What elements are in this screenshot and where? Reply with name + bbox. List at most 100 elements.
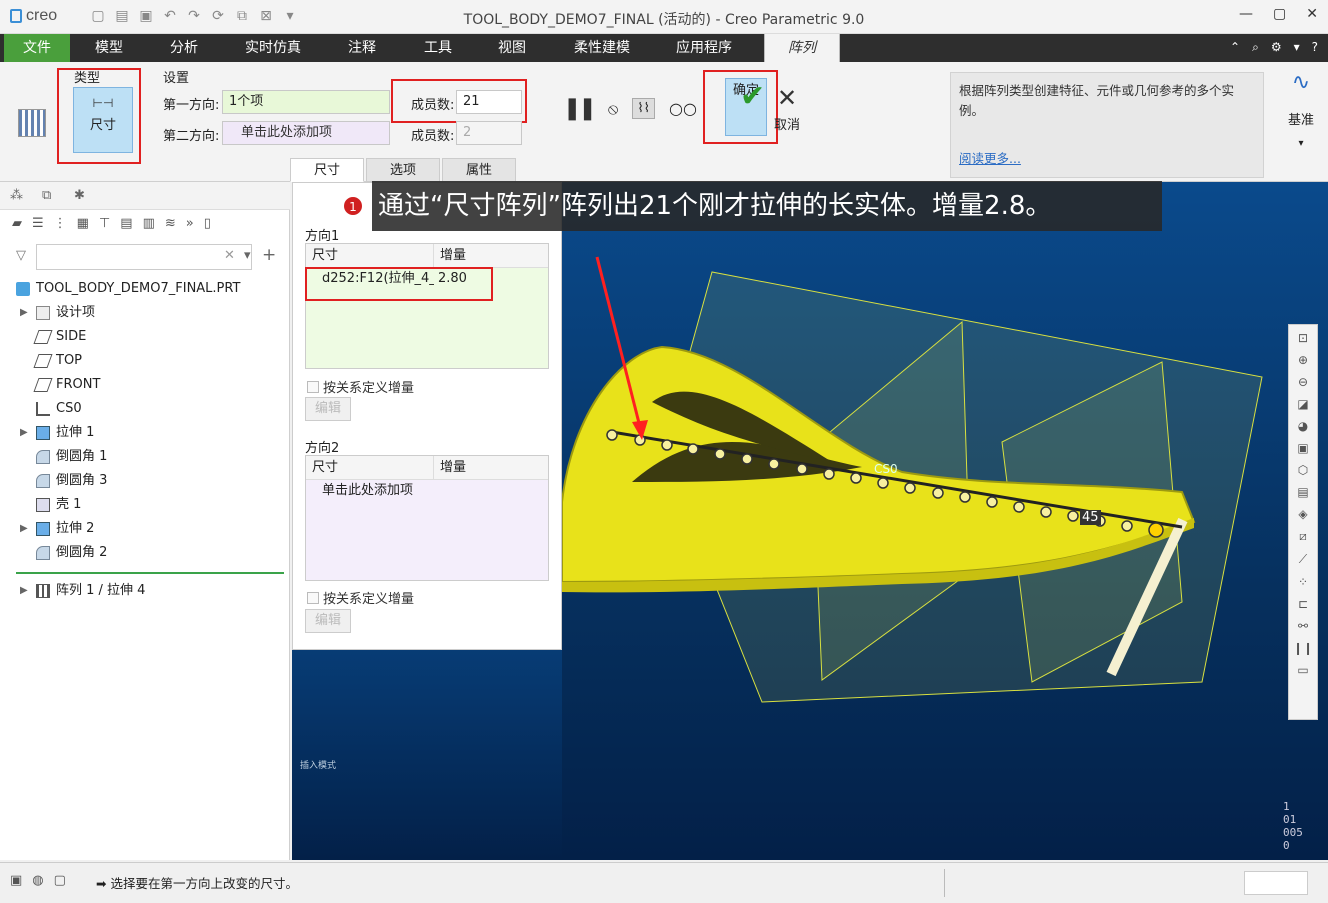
folder-browser-tab-icon[interactable]: ⧉ [42,188,60,204]
members2-input[interactable]: 2 [456,121,522,145]
axis-display-icon[interactable]: ⟋ [1299,552,1307,567]
expand-icon[interactable]: ▶ [20,518,30,540]
tree-search-input[interactable] [36,244,252,270]
point-display-icon[interactable]: ⁘ [1298,575,1308,589]
collapse-ribbon-icon[interactable]: ⌃ [1230,40,1240,55]
add-icon[interactable]: + [262,245,276,265]
saved-orientation-icon[interactable]: ⬡ [1298,463,1308,477]
minimize-icon[interactable]: — [1239,6,1253,22]
more-icon[interactable]: » [186,216,194,236]
dir1-collector[interactable]: 1个项 [222,90,390,114]
tab-dimensions[interactable]: 尺寸 [290,158,364,182]
menu-simulation[interactable]: 实时仿真 [228,34,318,62]
direction1-table[interactable]: 尺寸 增量 d252:F12(拉伸_4_ 2.80 [305,243,549,369]
tree-item-extrude-1[interactable]: ▶ 拉伸 1 [20,422,94,444]
read-more-link[interactable]: 阅读更多... [959,149,1021,169]
tree-item-pattern-1[interactable]: ▶ 阵列 1 / 拉伸 4 [20,580,145,602]
selection-filter[interactable] [1244,871,1308,895]
tab-properties[interactable]: 属性 [442,158,516,182]
search-icon[interactable]: ⌕ [1252,40,1259,55]
edit-button-1[interactable]: 编辑 [305,397,351,421]
help-icon[interactable]: ? [1312,40,1318,55]
search-dropdown-icon[interactable]: ▾ [244,248,251,263]
maximize-icon[interactable]: ▢ [1273,6,1286,22]
windows-icon[interactable]: ⧉ [234,8,250,24]
menu-flexible-modeling[interactable]: 柔性建模 [556,34,648,62]
csys-display-icon[interactable]: ⊏ [1298,597,1308,611]
expand-icon[interactable]: ▶ [20,422,30,444]
page-icon[interactable]: ▯ [204,216,211,236]
relation-checkbox-2[interactable]: 按关系定义增量 [307,588,414,607]
table-row[interactable]: 单击此处添加项 [306,480,548,502]
view-manager-icon[interactable]: ▤ [1297,485,1308,499]
tree-item-extrude-2[interactable]: ▶ 拉伸 2 [20,518,94,540]
menu-tools[interactable]: 工具 [402,34,474,62]
tree-item-round-1[interactable]: 倒圆角 1 [36,446,107,468]
tree-item-top[interactable]: TOP [33,350,82,372]
regenerate-icon[interactable]: ⟳ [210,8,226,24]
dir2-collector[interactable]: 单击此处添加项 [222,121,390,145]
tree-item-side[interactable]: SIDE [33,326,86,348]
plane-display-icon[interactable]: ⧄ [1299,529,1307,544]
pause-icon[interactable]: ❚❚ [563,96,597,121]
undo-icon[interactable]: ↶ [162,8,178,24]
more-view-icon[interactable]: ▭ [1297,663,1308,677]
menu-annotate[interactable]: 注释 [326,34,398,62]
show-icon[interactable]: ☰ [32,216,44,236]
direction2-table[interactable]: 尺寸 增量 单击此处添加项 [305,455,549,581]
fullscreen-icon[interactable]: ▢ [54,873,66,888]
model-tree-tab-icon[interactable]: ⁂ [10,188,28,204]
perspective-icon[interactable]: ◈ [1298,507,1307,521]
zoom-out-icon[interactable]: ⊖ [1298,375,1308,389]
browser-icon[interactable]: ◍ [32,873,43,888]
repaint-icon[interactable]: ◪ [1297,397,1308,411]
redo-icon[interactable]: ↷ [186,8,202,24]
tree-item-round-3[interactable]: 倒圆角 3 [36,470,107,492]
relation-checkbox-1[interactable]: 按关系定义增量 [307,377,414,396]
render-icon[interactable]: ◕ [1298,419,1308,433]
cube-icon[interactable]: ▰ [12,216,22,236]
no-preview-icon[interactable]: ⦸ [608,99,618,119]
favorites-tab-icon[interactable]: ✱ [74,188,92,204]
expand-icon[interactable]: ▶ [20,302,30,324]
preview-icon[interactable]: ⌇⌇ [632,98,656,119]
clear-icon[interactable]: ✕ [224,248,235,263]
expand-icon[interactable]: ▶ [20,580,30,602]
tree-item-round-2[interactable]: 倒圆角 2 [36,542,107,564]
insert-here-line[interactable] [16,572,284,574]
menu-view[interactable]: 视图 [476,34,548,62]
tree-filter-icon[interactable]: ⊤ [99,216,110,236]
menu-pattern[interactable]: 阵列 [764,34,840,62]
navigator-toggle-icon[interactable]: ▣ [10,873,22,888]
list-icon[interactable]: ⋮ [54,216,67,236]
save-icon[interactable]: ▣ [138,8,154,24]
cancel-button[interactable]: ✕ 取消 [772,82,802,133]
datum-group[interactable]: ∿ 基准 ▾ [1284,70,1318,149]
display-style-icon[interactable]: ▣ [1297,441,1308,455]
open-folder-icon[interactable]: ▤ [114,8,130,24]
stack-icon[interactable]: ≋ [165,216,176,236]
columns-icon[interactable]: ▦ [77,216,89,236]
settings-icon[interactable]: ⚙ [1271,40,1282,55]
graphics-viewport[interactable]: CS0 45 [562,182,1328,860]
table-icon[interactable]: ▥ [143,216,155,236]
zoom-in-icon[interactable]: ⊕ [1298,353,1308,367]
close-window-icon[interactable]: ⊠ [258,8,274,24]
close-icon[interactable]: ✕ [1306,6,1318,22]
menu-file[interactable]: 文件 [4,34,70,62]
tree-item-design-items[interactable]: ▶ 设计项 [20,302,95,324]
new-file-icon[interactable]: ▢ [90,8,106,24]
annotation-display-icon[interactable]: ⚯ [1298,619,1308,633]
menu-applications[interactable]: 应用程序 [656,34,752,62]
dimension-label[interactable]: 45 [1080,510,1101,525]
customize-dropdown-icon[interactable]: ▾ [282,8,298,24]
tree-item-shell-1[interactable]: 壳 1 [36,494,81,516]
edit-button-2[interactable]: 编辑 [305,609,351,633]
tab-options[interactable]: 选项 [366,158,440,182]
menu-analysis[interactable]: 分析 [148,34,220,62]
tree-item-cs0[interactable]: CS0 [36,398,82,420]
chevron-down-icon[interactable]: ▾ [1284,138,1318,149]
layers-icon[interactable]: ▤ [120,216,132,236]
verify-glasses-icon[interactable]: ○○ [669,99,697,118]
tree-item-front[interactable]: FRONT [33,374,100,396]
